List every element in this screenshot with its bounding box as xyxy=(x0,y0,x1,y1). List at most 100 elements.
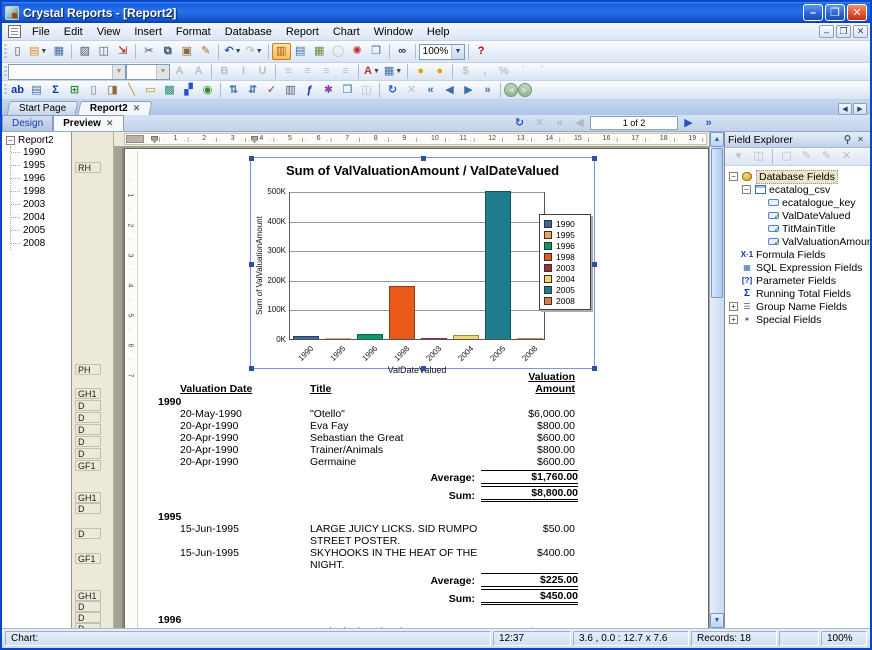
selection-handle[interactable] xyxy=(421,156,426,161)
section-label-ph[interactable]: PH xyxy=(75,364,101,375)
nav-prev-icon[interactable]: ◀ xyxy=(440,82,459,99)
section-label-gf1[interactable]: GF1 xyxy=(75,460,101,471)
selection-handle[interactable] xyxy=(592,156,597,161)
scroll-thumb[interactable] xyxy=(711,148,723,298)
section-label-d[interactable]: D xyxy=(75,601,101,612)
formula-workshop-icon[interactable]: ƒ xyxy=(300,82,319,99)
tab-start-page[interactable]: Start Page xyxy=(7,101,79,115)
minimize-button[interactable]: – xyxy=(803,4,823,21)
field-explorer-item-database-fields[interactable]: −Database Fields xyxy=(729,170,870,183)
new-icon[interactable]: ▯ xyxy=(8,43,27,60)
group-tree-root[interactable]: − Report2 xyxy=(6,135,71,146)
group-tree-item-2004[interactable]: 2004 xyxy=(11,211,71,224)
expand-icon[interactable]: + xyxy=(729,302,738,311)
chart-bar-2003[interactable] xyxy=(421,338,447,339)
chart-bar-1996[interactable] xyxy=(357,334,383,339)
tab-scroll-left-icon[interactable]: ◀ xyxy=(838,103,852,115)
section-label-d[interactable]: D xyxy=(75,528,101,539)
section-label-d[interactable]: D xyxy=(75,623,101,628)
group-tree-item-2003[interactable]: 2003 xyxy=(11,198,71,211)
margin-marker-icon[interactable] xyxy=(251,136,258,143)
cut-icon[interactable]: ✂ xyxy=(139,43,158,60)
section-label-d[interactable]: D xyxy=(75,448,101,459)
preview-scrollbar[interactable]: ▲ ▼ xyxy=(709,132,724,628)
scroll-down-icon[interactable]: ▼ xyxy=(710,613,724,628)
menu-database[interactable]: Database xyxy=(218,25,279,39)
child-restore-button[interactable]: ❐ xyxy=(836,25,851,38)
scroll-up-icon[interactable]: ▲ xyxy=(710,132,724,147)
chart-bar-1998[interactable] xyxy=(389,286,415,339)
group-tree-item-2008[interactable]: 2008 xyxy=(11,237,71,250)
menu-edit[interactable]: Edit xyxy=(57,25,90,39)
menu-chart[interactable]: Chart xyxy=(326,25,367,39)
tab-design[interactable]: Design xyxy=(2,115,53,131)
chevron-down-icon[interactable]: ▼ xyxy=(156,65,169,79)
suppress-icon[interactable]: ● xyxy=(411,63,430,80)
tab-preview[interactable]: Preview✕ xyxy=(53,115,123,131)
insert-box-icon[interactable]: ▭ xyxy=(141,82,160,99)
insert-chart-icon[interactable]: ▞ xyxy=(179,82,198,99)
insert-line-icon[interactable]: ╲ xyxy=(122,82,141,99)
insert-picture-icon[interactable]: ▩ xyxy=(160,82,179,99)
chevron-down-icon[interactable]: ▼ xyxy=(451,45,463,59)
menu-view[interactable]: View xyxy=(90,25,128,39)
selection-handle[interactable] xyxy=(249,156,254,161)
font-color-icon[interactable]: A▼ xyxy=(362,63,382,80)
field-explorer-item-ecatalog-csv[interactable]: −ecatalog_csv xyxy=(729,183,870,196)
refresh-icon[interactable]: ↻ xyxy=(383,82,402,99)
selection-handle[interactable] xyxy=(249,262,254,267)
section-label-d[interactable]: D xyxy=(75,400,101,411)
insert-map-icon[interactable]: ◉ xyxy=(198,82,217,99)
section-label-gh1[interactable]: GH1 xyxy=(75,388,101,399)
toggle-group-tree-icon[interactable]: ▥ xyxy=(272,43,291,60)
field-explorer-item-running-total-fields[interactable]: ΣRunning Total Fields xyxy=(729,287,870,300)
selection-handle[interactable] xyxy=(592,366,597,371)
outline-border-icon[interactable]: ▦▼ xyxy=(382,63,404,80)
maximize-button[interactable]: ❐ xyxy=(825,4,845,21)
chart-bar-2004[interactable] xyxy=(453,335,479,339)
chevron-down-icon[interactable]: ▼ xyxy=(112,65,125,79)
record-sort-expert-icon[interactable]: ⇅ xyxy=(224,82,243,99)
menu-window[interactable]: Window xyxy=(367,25,420,39)
print-preview-icon[interactable]: ◫ xyxy=(94,43,113,60)
chart-bar-2008[interactable] xyxy=(517,338,543,339)
tab-report2[interactable]: Report2✕ xyxy=(78,101,153,115)
chart-object[interactable]: Sum of ValValuationAmount / ValDateValue… xyxy=(250,157,595,369)
field-explorer-item-sql-expression-fields[interactable]: ▦SQL Expression Fields xyxy=(729,261,870,274)
field-explorer-item-ecatalogue-key[interactable]: ecatalogue_key xyxy=(729,196,870,209)
nav-first-icon[interactable]: « xyxy=(421,82,440,99)
zoom-combo[interactable]: 100%▼ xyxy=(419,44,465,60)
export-icon[interactable]: ⇲ xyxy=(113,43,132,60)
template-expert-icon[interactable]: ❒ xyxy=(367,43,386,60)
field-explorer-item-titmaintitle[interactable]: TitMainTitle xyxy=(729,222,870,235)
pn-next-icon[interactable]: ▶ xyxy=(679,116,698,131)
toggle-field-view-icon[interactable]: ▤ xyxy=(291,43,310,60)
help-icon[interactable]: ? xyxy=(472,43,491,60)
database-links-icon[interactable]: ❒ xyxy=(338,82,357,99)
insert-ole-object-icon[interactable]: ▯ xyxy=(84,82,103,99)
close-button[interactable]: ✕ xyxy=(847,4,867,21)
selection-handle[interactable] xyxy=(592,262,597,267)
select-expert-icon[interactable]: ✓ xyxy=(262,82,281,99)
child-minimize-button[interactable]: – xyxy=(819,25,834,38)
save-icon[interactable]: ▦ xyxy=(49,43,68,60)
save-data-icon[interactable]: ▦ xyxy=(310,43,329,60)
nav-next-icon[interactable]: ▶ xyxy=(459,82,478,99)
format-painter-icon[interactable]: ✎ xyxy=(196,43,215,60)
font-size[interactable]: ▼ xyxy=(126,64,170,80)
copy-icon[interactable]: ⧉ xyxy=(158,43,177,60)
pin-icon[interactable] xyxy=(841,134,854,146)
pn-refresh-icon[interactable]: ↻ xyxy=(510,116,529,131)
section-expert-icon[interactable]: ▥ xyxy=(281,82,300,99)
chart-bar-2005[interactable] xyxy=(485,191,511,339)
find-icon[interactable]: ∞ xyxy=(393,43,412,60)
expand-icon[interactable]: + xyxy=(729,315,738,324)
group-tree-item-2005[interactable]: 2005 xyxy=(11,224,71,237)
section-label-d[interactable]: D xyxy=(75,503,101,514)
section-label-d[interactable]: D xyxy=(75,612,101,623)
collapse-icon[interactable]: − xyxy=(729,172,738,181)
pn-last-icon[interactable]: » xyxy=(699,116,718,131)
field-explorer-item-valdatevalued[interactable]: ValDateValued xyxy=(729,209,870,222)
collapse-icon[interactable]: − xyxy=(6,136,15,145)
insert-text-object-icon[interactable]: ab xyxy=(8,82,27,99)
